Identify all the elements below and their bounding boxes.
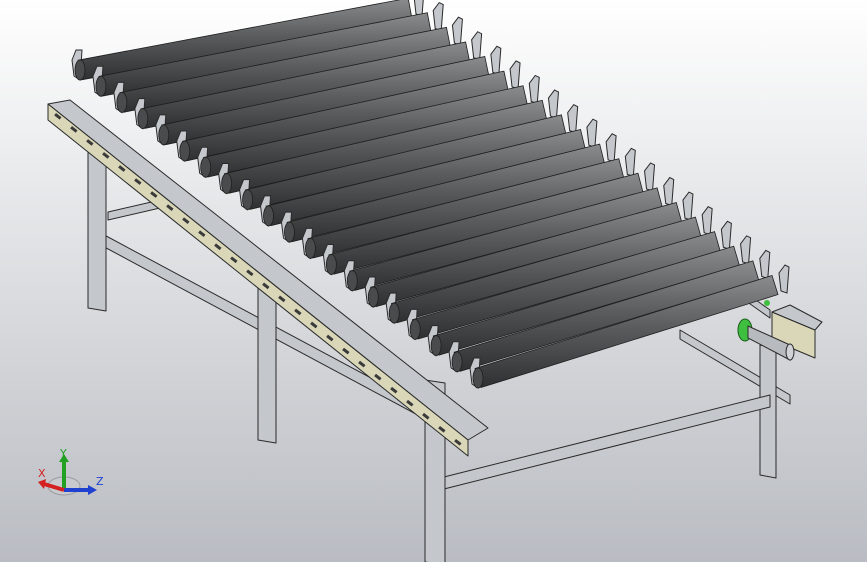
roller-end-cap bbox=[430, 335, 442, 356]
roller-end-cap bbox=[325, 254, 337, 275]
roller-end-cap bbox=[409, 318, 421, 340]
cad-viewport[interactable]: Y Z X bbox=[0, 0, 867, 562]
roller-end-cap bbox=[137, 108, 149, 130]
roller-end-cap bbox=[74, 59, 86, 81]
roller-end-cap bbox=[95, 75, 107, 97]
z-axis-label: Z bbox=[96, 475, 104, 488]
leg-back-left bbox=[87, 149, 107, 312]
roller-end-cap bbox=[284, 221, 295, 243]
roller-end-cap bbox=[367, 286, 379, 308]
roller-end-cap bbox=[242, 189, 253, 211]
roller-end-cap bbox=[388, 302, 400, 324]
roller-end-cap bbox=[472, 367, 484, 389]
y-axis-label: Y bbox=[60, 447, 67, 460]
conveyor-model[interactable] bbox=[0, 0, 867, 562]
x-axis-label: X bbox=[38, 467, 46, 480]
roller-end-cap bbox=[221, 173, 233, 194]
roller-end-cap bbox=[158, 124, 170, 146]
roller-end-cap bbox=[451, 351, 463, 373]
roller-end-cap bbox=[200, 156, 212, 178]
shaft-end bbox=[785, 343, 795, 361]
leg-far-right bbox=[759, 344, 777, 479]
roller-end-cap bbox=[116, 92, 128, 113]
roller-end-cap bbox=[263, 205, 274, 227]
roller-end-cap bbox=[179, 140, 191, 162]
roller-end-cap bbox=[346, 270, 358, 292]
roller-end-cap bbox=[305, 237, 316, 259]
view-triad: Y Z X bbox=[30, 448, 110, 508]
sprocket-marker bbox=[764, 300, 770, 306]
